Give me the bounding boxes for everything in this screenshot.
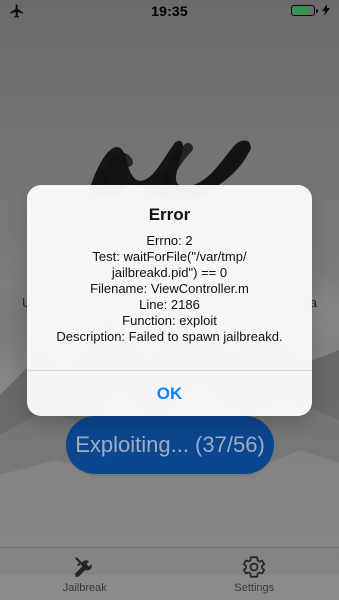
alert-content: Error Errno: 2 Test: waitForFile("/var/t…: [27, 185, 312, 370]
alert-line-test-2: jailbreakd.pid") == 0: [111, 265, 228, 280]
alert-line-filename: Filename: ViewController.m: [90, 281, 249, 296]
alert-line-errno: Errno: 2: [146, 233, 193, 248]
alert-title: Error: [148, 205, 191, 224]
alert-line-test-1: Test: waitForFile("/var/tmp/: [92, 249, 247, 264]
alert-line-description: Description: Failed to spawn jailbreakd.: [56, 329, 283, 344]
error-alert: Error Errno: 2 Test: waitForFile("/var/t…: [27, 185, 312, 416]
alert-ok-label: OK: [156, 383, 183, 403]
alert-line-line: Line: 2186: [139, 297, 200, 312]
alert-line-function: Function: exploit: [122, 313, 217, 328]
alert-ok-button[interactable]: OK: [27, 371, 312, 416]
